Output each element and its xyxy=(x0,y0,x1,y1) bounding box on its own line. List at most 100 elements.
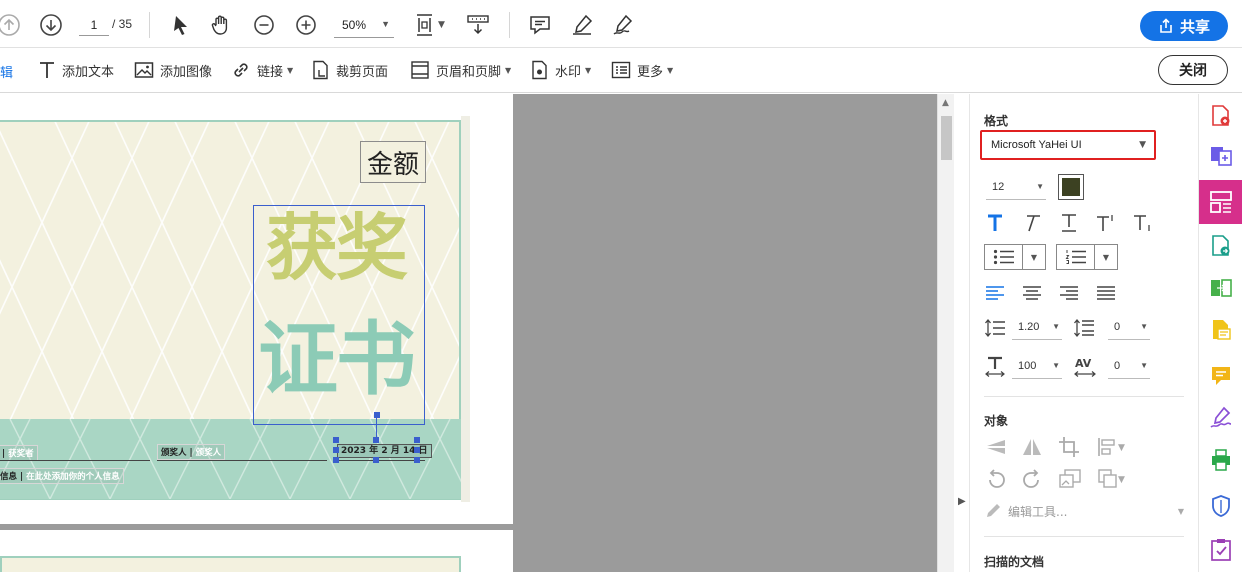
print-production-icon[interactable] xyxy=(1199,440,1242,480)
page-fit-icon[interactable] xyxy=(410,10,440,40)
replace-image-icon[interactable] xyxy=(1056,466,1084,492)
comment-icon[interactable] xyxy=(525,10,555,40)
comment-tool-icon[interactable] xyxy=(1199,356,1242,396)
zoom-in-icon[interactable] xyxy=(291,10,321,40)
line-spacing-select[interactable]: 1.20 ▼ xyxy=(1012,316,1062,340)
chevron-down-icon[interactable]: ▼ xyxy=(1118,475,1125,485)
crop-page-button[interactable]: 裁剪页面 xyxy=(312,58,388,82)
edit-pdf-link[interactable]: 编辑 xyxy=(0,62,13,81)
edit-pdf-icon[interactable] xyxy=(1199,310,1242,350)
subscript-icon[interactable] xyxy=(1129,210,1157,236)
scroll-up-icon[interactable]: ▲ xyxy=(942,98,949,108)
resize-handle[interactable] xyxy=(373,437,379,443)
scroll-thumb[interactable] xyxy=(941,116,952,160)
close-edit-button[interactable]: 关闭 xyxy=(1158,55,1228,85)
align-center-icon[interactable] xyxy=(1018,280,1046,306)
highlighter-icon[interactable] xyxy=(567,10,597,40)
presenter-underline xyxy=(157,460,327,461)
chevron-down-icon: ▼ xyxy=(1052,322,1060,331)
tools-rail xyxy=(1198,94,1242,572)
more-button[interactable]: 更多 ▼ xyxy=(611,58,673,82)
certificate-footer-band xyxy=(0,419,461,499)
info-field[interactable]: 信息 | 在此处添加你的个人信息 xyxy=(0,468,124,484)
protect-shield-icon[interactable] xyxy=(1199,486,1242,526)
image-icon xyxy=(134,62,154,78)
prepare-form-icon[interactable] xyxy=(1199,530,1242,570)
compare-files-icon[interactable] xyxy=(1199,268,1242,308)
create-pdf-icon[interactable] xyxy=(1199,96,1242,136)
pdf-page[interactable]: 金额 获奖 证书 | 获奖者 颁奖人 | 颁奖人 2023 年 2 月 14 日… xyxy=(0,94,513,524)
header-footer-label: 页眉和页脚 xyxy=(436,64,502,80)
page-shadow xyxy=(461,116,470,502)
panel-collapse-strip[interactable]: ▶ xyxy=(954,94,970,572)
font-size-select[interactable]: 12 ▼ xyxy=(986,176,1046,200)
sign-icon[interactable] xyxy=(608,10,638,40)
add-image-button[interactable]: 添加图像 xyxy=(134,58,212,82)
date-underline xyxy=(337,460,425,461)
resize-handle[interactable] xyxy=(374,412,380,418)
resize-handle[interactable] xyxy=(333,457,339,463)
resize-handle[interactable] xyxy=(333,447,339,453)
presenter-field[interactable]: 颁奖人 | 颁奖人 xyxy=(157,444,226,460)
scroll-mode-icon[interactable] xyxy=(463,10,493,40)
next-page-icon[interactable] xyxy=(36,10,66,40)
hand-tool-icon[interactable] xyxy=(206,10,236,40)
fill-sign-icon[interactable] xyxy=(1199,398,1242,438)
font-family-select[interactable]: Microsoft YaHei UI ▼ xyxy=(980,130,1156,160)
share-button[interactable]: 共享 xyxy=(1140,11,1228,41)
italic-text-icon[interactable] xyxy=(1018,210,1046,236)
resize-handle[interactable] xyxy=(414,447,420,453)
paragraph-spacing-select[interactable]: 0 ▼ xyxy=(1108,316,1150,340)
link-button[interactable]: 链接 ▼ xyxy=(231,58,293,82)
chevron-down-icon: ▼ xyxy=(287,65,294,75)
numbered-list-select[interactable]: ▼ xyxy=(1056,244,1118,270)
flip-vertical-icon[interactable] xyxy=(982,434,1010,460)
resize-handle[interactable] xyxy=(414,437,420,443)
select-arrow-icon[interactable] xyxy=(166,10,196,40)
svg-text:AV: AV xyxy=(1075,357,1092,370)
paragraph-spacing-value: 0 xyxy=(1114,321,1121,333)
zoom-out-icon[interactable] xyxy=(249,10,279,40)
character-spacing-select[interactable]: 0 ▼ xyxy=(1108,355,1150,379)
combine-files-icon[interactable] xyxy=(1199,136,1242,176)
prev-page-icon[interactable] xyxy=(0,10,24,40)
scanned-docs-heading: 扫描的文档 xyxy=(984,555,1045,569)
page-number-input[interactable] xyxy=(79,14,109,36)
bold-text-icon[interactable] xyxy=(981,210,1009,236)
document-viewport[interactable]: 金额 获奖 证书 | 获奖者 颁奖人 | 颁奖人 2023 年 2 月 14 日… xyxy=(0,94,937,572)
watermark-button[interactable]: 水印 ▼ xyxy=(531,58,591,82)
chevron-down-icon[interactable]: ▼ xyxy=(1118,443,1125,453)
text-color-picker[interactable] xyxy=(1058,174,1084,200)
resize-handle[interactable] xyxy=(373,457,379,463)
resize-handle[interactable] xyxy=(333,437,339,443)
superscript-icon[interactable] xyxy=(1092,210,1120,236)
add-text-button[interactable]: 添加文本 xyxy=(38,58,114,82)
justify-icon[interactable] xyxy=(1092,280,1120,306)
export-pdf-icon[interactable] xyxy=(1199,226,1242,266)
zoom-select[interactable]: 50% ▼ xyxy=(334,14,394,38)
header-footer-button[interactable]: 页眉和页脚 ▼ xyxy=(410,58,511,82)
winner-field[interactable]: | 获奖者 xyxy=(0,445,38,461)
underline-text-icon[interactable] xyxy=(1055,210,1083,236)
crop-object-icon[interactable] xyxy=(1055,434,1083,460)
flip-horizontal-icon[interactable] xyxy=(1018,434,1046,460)
presenter-label: 颁奖人 xyxy=(161,448,187,458)
title-selection-frame[interactable] xyxy=(253,205,425,425)
horizontal-scale-select[interactable]: 100 ▼ xyxy=(1012,355,1062,379)
chevron-down-icon[interactable]: ▼ xyxy=(438,20,445,30)
align-left-icon[interactable] xyxy=(981,280,1009,306)
edit-tools-select[interactable]: 编辑工具... ▼ xyxy=(984,500,1184,522)
align-right-icon[interactable] xyxy=(1055,280,1083,306)
certificate-background xyxy=(0,556,461,572)
organize-pages-icon[interactable] xyxy=(1199,180,1242,224)
rotate-right-icon[interactable] xyxy=(1018,466,1046,492)
amount-text-box[interactable]: 金额 xyxy=(360,141,426,183)
pdf-page-2[interactable] xyxy=(0,530,513,572)
bullet-list-select[interactable]: ▼ xyxy=(984,244,1046,270)
rotate-left-icon[interactable] xyxy=(982,466,1010,492)
share-label: 共享 xyxy=(1179,17,1210,36)
resize-handle[interactable] xyxy=(414,457,420,463)
vertical-scrollbar[interactable]: ▲ xyxy=(937,94,954,572)
chevron-down-icon: ▼ xyxy=(1139,140,1146,150)
chevron-right-icon[interactable]: ▶ xyxy=(958,496,966,507)
